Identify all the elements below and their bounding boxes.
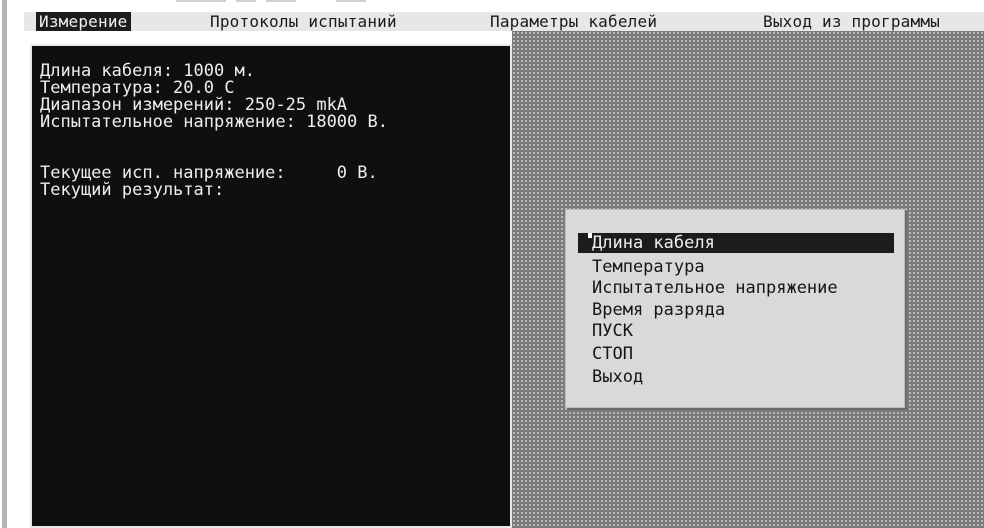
menu-option-start[interactable]: ПУСК: [578, 321, 633, 341]
menu-option-cable-length[interactable]: Длина кабеля: [578, 233, 894, 253]
menu-option-label: Длина кабеля: [592, 233, 715, 253]
menu-option-temperature[interactable]: Температура: [578, 257, 705, 277]
menu-option-exit[interactable]: Выход: [578, 367, 643, 387]
menu-item-test-protocols[interactable]: Протоколы испытаний: [210, 12, 397, 31]
action-popup-menu: Длина кабеля Температура Испытательное н…: [565, 209, 905, 408]
menu-item-cable-parameters[interactable]: Параметры кабелей: [490, 12, 657, 31]
text-cursor: [588, 233, 592, 238]
top-decoration: [176, 0, 366, 4]
measurement-status-panel: Длина кабеля: 1000 м. Температура: 20.0 …: [30, 44, 512, 528]
menu-item-measurement[interactable]: Измерение: [36, 12, 131, 31]
menu-option-test-voltage[interactable]: Испытательное напряжение: [578, 278, 838, 298]
menu-bar: Измерение Протоколы испытаний Параметры …: [24, 12, 984, 31]
menu-item-exit-program[interactable]: Выход из программы: [763, 12, 940, 31]
menu-option-stop[interactable]: СТОП: [578, 344, 633, 364]
menu-option-discharge-time[interactable]: Время разряда: [578, 300, 725, 320]
current-result-readout: Текущий результат:: [40, 180, 225, 200]
left-scroll-bar: [2, 0, 7, 528]
test-voltage-readout: Испытательное напряжение: 18000 В.: [40, 112, 388, 132]
